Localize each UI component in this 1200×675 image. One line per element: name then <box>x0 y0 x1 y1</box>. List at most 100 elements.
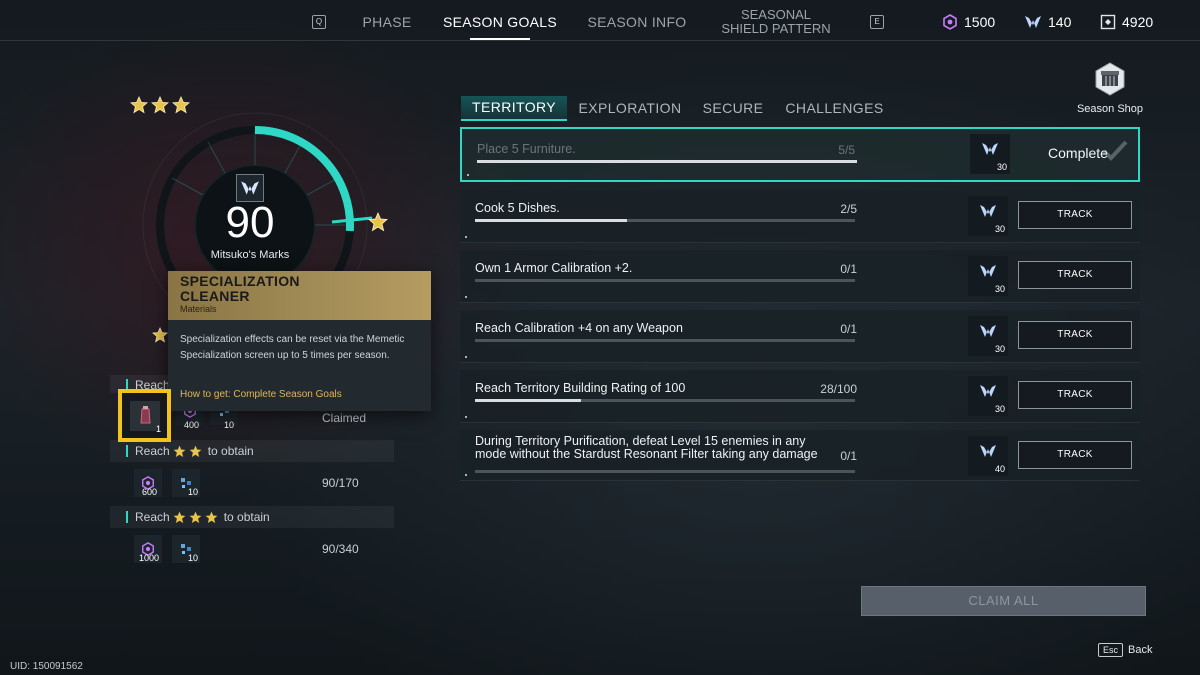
currency-purple-gems: 1500 <box>942 14 995 30</box>
reward-tier-1-status: Claimed <box>322 411 367 425</box>
goal-description: Cook 5 Dishes. <box>475 201 560 215</box>
next-tab-key[interactable]: E <box>870 15 884 29</box>
goal-description: Reach Calibration +4 on any Weapon <box>475 321 683 335</box>
track-button[interactable]: TRACK <box>1018 381 1132 409</box>
star-icon <box>151 96 169 114</box>
user-id: UID: 150091562 <box>10 661 83 672</box>
mitsuko-mark-icon <box>980 445 996 457</box>
goal-progress-bar <box>475 279 855 282</box>
goal-progress-fill <box>477 160 857 163</box>
goal-marker-dot <box>465 416 467 418</box>
goal-reward-icon[interactable]: 40 <box>968 436 1008 476</box>
track-button[interactable]: TRACK <box>1018 441 1132 469</box>
reward-qty: 1000 <box>139 553 160 563</box>
goal-row[interactable]: Place 5 Furniture. 5/5 30 Complete <box>460 127 1140 182</box>
goal-description: Reach Territory Building Rating of 100 <box>475 381 686 395</box>
goal-reward-qty: 30 <box>994 404 1005 414</box>
star-icon <box>189 511 202 523</box>
reward-tier-2-header: Reach to obtain <box>110 440 394 462</box>
tab-seasonal-shield-pattern-line1: SEASONAL <box>740 7 812 22</box>
tooltip-item-type: Materials <box>180 304 217 314</box>
reward-obtain-label: to obtain <box>223 510 270 524</box>
tab-season-info[interactable]: SEASON INFO <box>582 14 692 30</box>
goal-marker-dot <box>465 296 467 298</box>
goal-description: Own 1 Armor Calibration +2. <box>475 261 633 275</box>
goal-reward-qty: 30 <box>994 284 1005 294</box>
reward-qty: 10 <box>188 553 199 563</box>
goal-row[interactable]: Reach Calibration +4 on any Weapon 0/1 30 T… <box>460 310 1140 363</box>
back-button[interactable]: Esc Back <box>1098 643 1152 657</box>
shield-token-amount: 4920 <box>1122 14 1154 30</box>
topbar-divider <box>0 40 1200 41</box>
track-button[interactable]: TRACK <box>1018 261 1132 289</box>
reward-tier-3-header: Reach to obtain <box>110 506 394 528</box>
reward-tier-2-progress: 90/170 <box>322 476 359 490</box>
mitsuko-mark-icon <box>980 325 996 337</box>
season-shop-label: Season Shop <box>1076 103 1144 115</box>
mitsuko-mark-icon <box>980 205 996 217</box>
selected-reward-item[interactable]: 1 <box>118 389 171 442</box>
reward-reach-label: Reach <box>135 444 170 458</box>
checkmark-icon <box>1102 140 1128 161</box>
season-shop-button[interactable]: Season Shop <box>1070 62 1150 115</box>
goal-reward-icon[interactable]: 30 <box>968 316 1008 356</box>
goal-marker-dot <box>465 474 467 476</box>
one-star-milestone <box>368 211 388 237</box>
goal-marker-dot <box>467 174 469 176</box>
goal-row[interactable]: Reach Territory Building Rating of 100 28… <box>460 370 1140 423</box>
tab-phase[interactable]: PHASE <box>352 14 422 30</box>
category-tab-territory[interactable]: TERRITORY <box>461 96 567 121</box>
mitsuko-mark-icon <box>980 265 996 277</box>
goal-reward-icon[interactable]: 30 <box>970 134 1010 174</box>
prev-tab-key[interactable]: Q <box>312 15 326 29</box>
goal-row[interactable]: Own 1 Armor Calibration +2. 0/1 30 TRACK <box>460 250 1140 303</box>
goal-progress-count: 0/1 <box>840 449 857 463</box>
tooltip-header: SPECIALIZATION CLEANER Materials <box>168 271 431 320</box>
shop-icon <box>1095 62 1125 96</box>
star-icon <box>173 511 186 523</box>
goal-marker-dot <box>465 356 467 358</box>
reward-reach-label: Reach <box>135 510 170 524</box>
item-tooltip: SPECIALIZATION CLEANER Materials Special… <box>168 271 431 411</box>
reward-qty: 10 <box>188 487 199 497</box>
goal-reward-icon[interactable]: 30 <box>968 256 1008 296</box>
reward-tier-3-items: 1000 10 <box>134 535 200 563</box>
goal-progress-bar <box>475 399 855 402</box>
category-tab-exploration[interactable]: EXPLORATION <box>578 100 682 116</box>
goal-progress-count: 2/5 <box>840 202 857 216</box>
mitsuko-mark-icon <box>1025 16 1041 28</box>
currency-shield-tokens: 4920 <box>1100 14 1153 30</box>
reward-item[interactable]: 600 <box>134 469 162 497</box>
mitsuko-mark-icon <box>980 385 996 397</box>
goal-row[interactable]: During Territory Purification, defeat Le… <box>460 430 1140 481</box>
currency-mitsuko-marks: 140 <box>1024 14 1071 30</box>
goal-row[interactable]: Cook 5 Dishes. 2/5 30 TRACK <box>460 190 1140 243</box>
tab-seasonal-shield-pattern[interactable]: SEASONAL SHIELD PATTERN <box>712 8 840 36</box>
tab-season-goals[interactable]: SEASON GOALS <box>440 14 560 30</box>
track-button[interactable]: TRACK <box>1018 321 1132 349</box>
goal-progress-count: 0/1 <box>840 262 857 276</box>
reward-qty: 600 <box>142 487 158 497</box>
esc-key: Esc <box>1098 643 1124 657</box>
category-tab-challenges[interactable]: CHALLENGES <box>783 100 886 116</box>
goal-reward-icon[interactable]: 30 <box>968 376 1008 416</box>
reward-item[interactable]: 10 <box>172 535 200 563</box>
tooltip-title: SPECIALIZATION CLEANER <box>180 273 300 304</box>
goal-reward-qty: 30 <box>994 344 1005 354</box>
reward-item[interactable]: 10 <box>172 469 200 497</box>
reward-tier-3-progress: 90/340 <box>322 542 359 556</box>
reward-tier-2-items: 600 10 <box>134 469 200 497</box>
goal-reward-icon[interactable]: 30 <box>968 196 1008 236</box>
reward-item[interactable]: 1000 <box>134 535 162 563</box>
tab-seasonal-shield-pattern-line2: SHIELD PATTERN <box>721 21 831 36</box>
star-icon <box>189 445 202 457</box>
track-button[interactable]: TRACK <box>1018 201 1132 229</box>
reward-qty: 400 <box>184 420 200 430</box>
goal-progress-fill <box>475 399 582 402</box>
category-tab-secure[interactable]: SECURE <box>700 100 766 116</box>
mitsuko-mark-amount: 140 <box>1048 14 1072 30</box>
goal-progress-bar <box>475 219 855 222</box>
goal-progress-fill <box>475 219 627 222</box>
claim-all-button[interactable]: CLAIM ALL <box>861 586 1146 616</box>
selected-item-qty: 1 <box>155 424 161 434</box>
